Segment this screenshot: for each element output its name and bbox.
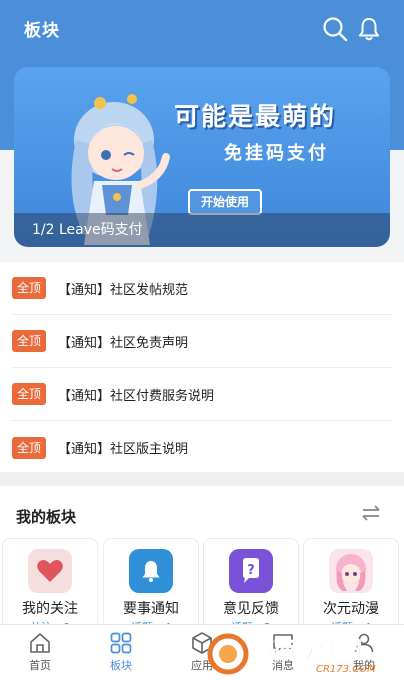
list-item[interactable]: 全顶 【通知】社区发帖规范 xyxy=(12,262,392,315)
heart-icon xyxy=(28,549,72,593)
pinned-badge: 全顶 xyxy=(12,436,46,459)
nav-item-home[interactable]: 首页 xyxy=(0,625,80,680)
banner-title: 可能是最萌的 xyxy=(174,102,337,131)
board-card[interactable]: ? 意见反馈 话题：2 xyxy=(203,538,299,634)
start-using-button[interactable]: 开始使用 xyxy=(188,189,262,215)
bell-icon xyxy=(129,549,173,593)
swap-icon[interactable] xyxy=(360,502,382,524)
pinned-badge: 全顶 xyxy=(12,277,46,299)
svg-text:?: ? xyxy=(247,563,255,578)
section-title: 我的板块 xyxy=(16,508,77,526)
list-item[interactable]: 全顶 【通知】社区版主说明 xyxy=(12,421,392,474)
banner-caption: 1/2 Leave码支付 xyxy=(32,222,143,238)
screen: 板块 可能是最萌的 免挂码支付 开始使用 1/2 Leave码支付 全顶 【通知… xyxy=(0,0,404,680)
watermark-domain: CR173.COM xyxy=(316,664,376,675)
nav-label: 板块 xyxy=(110,659,132,672)
site-watermark-logo: 西西软件园 CR173.COM xyxy=(207,633,376,675)
page-title: 板块 xyxy=(24,21,60,41)
board-name: 要事通知 xyxy=(123,601,179,617)
board-card[interactable]: 次元动漫 话题：4 xyxy=(303,538,399,634)
section-divider xyxy=(0,472,404,486)
board-card[interactable]: 要事通知 话题：4 xyxy=(103,538,199,634)
grid-icon xyxy=(110,632,132,654)
notice-title: 【通知】社区付费服务说明 xyxy=(58,388,215,404)
home-icon xyxy=(30,633,50,653)
notice-title: 【通知】社区版主说明 xyxy=(58,442,189,457)
board-name: 我的关注 xyxy=(22,601,78,617)
list-item[interactable]: 全顶 【通知】社区免责声明 xyxy=(12,315,392,368)
board-name: 意见反馈 xyxy=(223,601,279,617)
board-name: 次元动漫 xyxy=(323,601,379,617)
nav-item-boards[interactable]: 板块 xyxy=(81,625,161,680)
notice-list: 全顶 【通知】社区发帖规范 全顶 【通知】社区免责声明 全顶 【通知】社区付费服… xyxy=(0,262,404,472)
banner-subtitle: 免挂码支付 xyxy=(224,143,329,164)
anime-avatar-icon xyxy=(329,549,373,593)
board-card[interactable]: 我的关注 关注：0 xyxy=(2,538,98,634)
nav-label: 首页 xyxy=(29,659,51,672)
notice-title: 【通知】社区免责声明 xyxy=(58,335,189,351)
question-icon: ? xyxy=(229,549,273,593)
search-icon[interactable] xyxy=(322,16,348,42)
my-boards-section: 我的板块 我的关注 关注：0 要事通知 话题：4 xyxy=(0,486,404,634)
pinned-badge: 全顶 xyxy=(12,383,46,405)
watermark-text: 西西软件园 xyxy=(252,638,362,664)
bell-icon[interactable] xyxy=(356,16,382,42)
notice-title: 【通知】社区发帖规范 xyxy=(58,282,189,298)
pinned-badge: 全顶 xyxy=(12,330,46,352)
list-item[interactable]: 全顶 【通知】社区付费服务说明 xyxy=(12,368,392,421)
promo-banner[interactable]: 可能是最萌的 免挂码支付 开始使用 1/2 Leave码支付 xyxy=(14,67,390,247)
